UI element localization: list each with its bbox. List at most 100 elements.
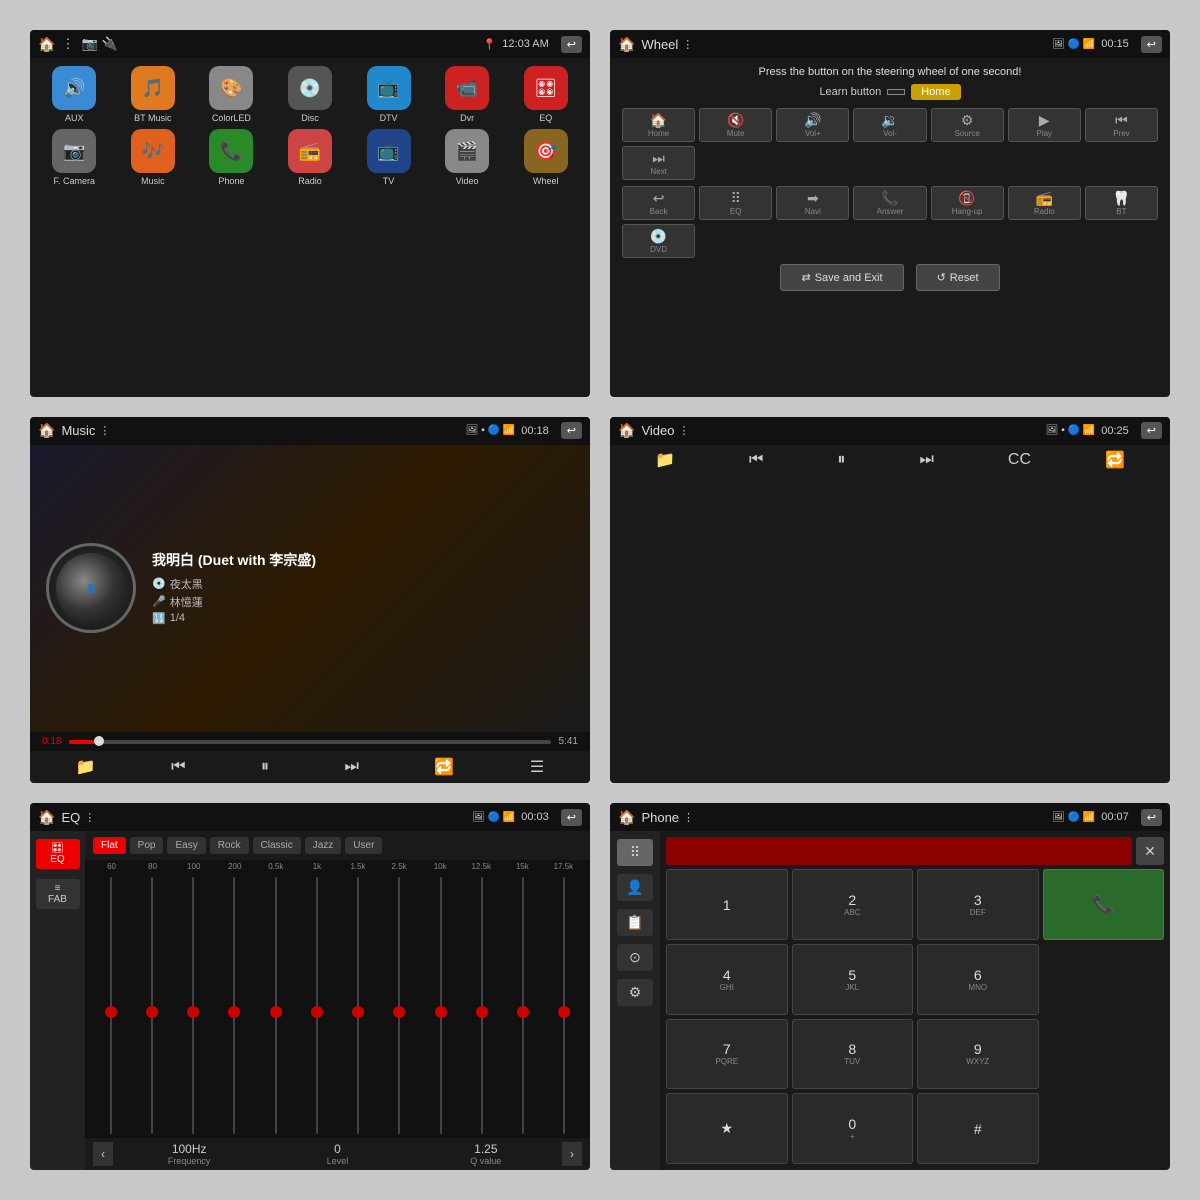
keypad-btn-_[interactable]: ★ (666, 1093, 788, 1164)
eq-slider-track-3[interactable] (233, 877, 235, 1134)
eq-slider-col-5[interactable] (297, 877, 336, 1134)
call-button[interactable]: 📞 (1043, 869, 1165, 940)
home-icon[interactable]: 🏠 (38, 36, 55, 53)
wheel-btn-prev[interactable]: ⏮Prev (1085, 108, 1158, 142)
menu-dots[interactable]: ⋮ 📷 🔌 (61, 36, 117, 52)
menu-dots-eq[interactable]: ⋮ (84, 811, 95, 824)
wheel-btn-source[interactable]: ⚙Source (931, 108, 1004, 142)
app-item-f.-camera[interactable]: 📷 F. Camera (38, 129, 111, 186)
wheel-btn-home[interactable]: 🏠Home (622, 108, 695, 142)
eq-nav-next[interactable]: › (562, 1142, 582, 1166)
menu-dots-music[interactable]: ⋮ (99, 424, 110, 437)
wheel-btn-answer[interactable]: 📞Answer (853, 186, 926, 220)
keypad-btn-1[interactable]: 1 (666, 869, 788, 940)
wheel-btn-vol+[interactable]: 🔊Vol+ (776, 108, 849, 142)
wheel-btn-mute[interactable]: 🔇Mute (699, 108, 772, 142)
playlist-button[interactable]: ☰ (530, 757, 544, 777)
app-item-video[interactable]: 🎬 Video (431, 129, 504, 186)
eq-knob-7[interactable] (393, 1006, 405, 1018)
eq-slider-track-7[interactable] (398, 877, 400, 1134)
app-item-aux[interactable]: 🔊 AUX (38, 66, 111, 123)
home-icon-video[interactable]: 🏠 (618, 422, 635, 439)
eq-knob-8[interactable] (435, 1006, 447, 1018)
save-exit-button[interactable]: ⇄ Save and Exit (780, 264, 903, 291)
eq-slider-track-0[interactable] (110, 877, 112, 1134)
progress-track[interactable] (69, 740, 550, 744)
keypad-btn-6[interactable]: 6MNO (917, 944, 1039, 1015)
eq-knob-1[interactable] (146, 1006, 158, 1018)
back-button-video[interactable]: ↩ (1141, 422, 1162, 439)
phone-keypad-btn[interactable]: ⠿ (617, 839, 653, 866)
video-prev-btn[interactable]: ⏮ (749, 451, 763, 469)
eq-mode-btn[interactable]: 🎛EQ (36, 839, 80, 869)
eq-knob-2[interactable] (187, 1006, 199, 1018)
app-item-wheel[interactable]: 🎯 Wheel (509, 129, 582, 186)
wheel-btn-bt[interactable]: 🦷BT (1085, 186, 1158, 220)
eq-preset-classic[interactable]: Classic (253, 837, 301, 854)
app-item-disc[interactable]: 💿 Disc (274, 66, 347, 123)
eq-slider-track-6[interactable] (357, 877, 359, 1134)
wheel-btn-next[interactable]: ⏭Next (622, 146, 695, 180)
eq-knob-10[interactable] (517, 1006, 529, 1018)
eq-slider-col-0[interactable] (91, 877, 130, 1134)
back-button[interactable]: ↩ (561, 36, 582, 53)
back-button-wheel[interactable]: ↩ (1141, 36, 1162, 53)
pause-button[interactable]: ⏸ (261, 758, 269, 776)
eq-knob-0[interactable] (105, 1006, 117, 1018)
wheel-btn-hang-up[interactable]: 📵Hang-up (931, 186, 1004, 220)
eq-knob-11[interactable] (558, 1006, 570, 1018)
keypad-btn-2[interactable]: 2ABC (792, 869, 914, 940)
back-button-eq[interactable]: ↩ (561, 809, 582, 826)
fab-mode-btn[interactable]: ≡FAB (36, 879, 80, 909)
phone-bluetooth-btn[interactable]: ⊙ (617, 944, 653, 971)
eq-slider-track-11[interactable] (563, 877, 565, 1134)
eq-slider-track-5[interactable] (316, 877, 318, 1134)
eq-preset-jazz[interactable]: Jazz (305, 837, 342, 854)
reset-button[interactable]: ↺ Reset (916, 264, 1000, 291)
menu-dots-phone[interactable]: ⋮ (683, 811, 694, 824)
app-item-phone[interactable]: 📞 Phone (195, 129, 268, 186)
back-button-music[interactable]: ↩ (561, 422, 582, 439)
video-next-btn[interactable]: ⏭ (919, 451, 933, 469)
phone-contacts-btn[interactable]: 👤 (617, 874, 653, 901)
eq-preset-flat[interactable]: Flat (93, 837, 126, 854)
eq-slider-track-9[interactable] (481, 877, 483, 1134)
eq-slider-track-2[interactable] (192, 877, 194, 1134)
app-item-bt-music[interactable]: 🎵 BT Music (117, 66, 190, 123)
video-repeat-btn[interactable]: 🔁 (1105, 450, 1125, 470)
phone-clear-btn[interactable]: ✕ (1136, 837, 1164, 865)
video-pause-btn[interactable]: ⏸ (837, 451, 845, 469)
menu-dots-video[interactable]: ⋮ (678, 424, 689, 437)
wheel-btn-play[interactable]: ▶Play (1008, 108, 1081, 142)
home-icon-wheel[interactable]: 🏠 (618, 36, 635, 53)
wheel-btn-eq[interactable]: ⠿EQ (699, 186, 772, 220)
app-item-dvr[interactable]: 📹 Dvr (431, 66, 504, 123)
eq-knob-9[interactable] (476, 1006, 488, 1018)
video-cc-btn[interactable]: CC (1008, 451, 1031, 469)
eq-preset-rock[interactable]: Rock (210, 837, 249, 854)
repeat-button[interactable]: 🔁 (434, 757, 454, 777)
keypad-btn-7[interactable]: 7PQRE (666, 1019, 788, 1090)
home-icon-eq[interactable]: 🏠 (38, 809, 55, 826)
eq-knob-6[interactable] (352, 1006, 364, 1018)
home-yellow-btn[interactable]: Home (911, 84, 960, 100)
phone-settings-btn[interactable]: ⚙ (617, 979, 653, 1006)
eq-slider-track-10[interactable] (522, 877, 524, 1134)
eq-slider-col-3[interactable] (215, 877, 254, 1134)
eq-knob-4[interactable] (270, 1006, 282, 1018)
menu-dots-wheel[interactable]: ⋮ (682, 38, 693, 51)
eq-knob-3[interactable] (228, 1006, 240, 1018)
keypad-btn-0[interactable]: 0+ (792, 1093, 914, 1164)
folder-button[interactable]: 📁 (76, 757, 96, 777)
eq-slider-col-4[interactable] (256, 877, 295, 1134)
eq-slider-col-11[interactable] (545, 877, 584, 1134)
eq-knob-5[interactable] (311, 1006, 323, 1018)
eq-preset-easy[interactable]: Easy (167, 837, 205, 854)
back-button-phone[interactable]: ↩ (1141, 809, 1162, 826)
eq-slider-track-4[interactable] (275, 877, 277, 1134)
phone-recents-btn[interactable]: 📋 (617, 909, 653, 936)
keypad-btn-9[interactable]: 9WXYZ (917, 1019, 1039, 1090)
wheel-btn-radio[interactable]: 📻Radio (1008, 186, 1081, 220)
app-item-music[interactable]: 🎶 Music (117, 129, 190, 186)
eq-slider-col-7[interactable] (380, 877, 419, 1134)
